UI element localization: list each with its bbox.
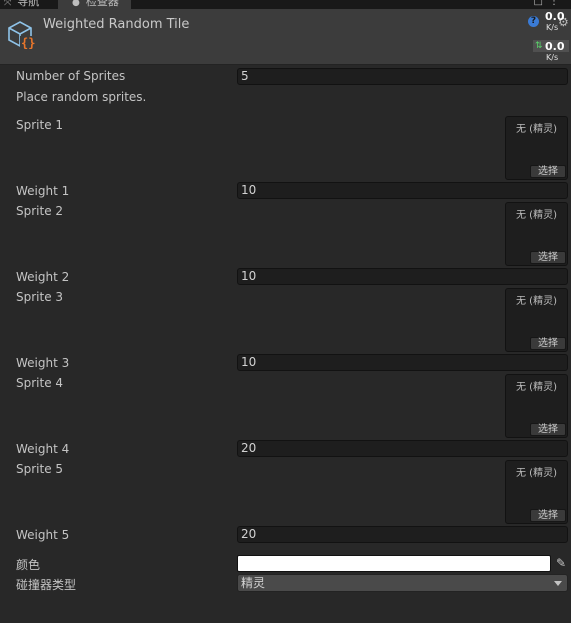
upload-speed: 0.0 — [545, 10, 565, 23]
window-buttons[interactable]: □⋮ — [534, 0, 565, 7]
number-of-sprites-field[interactable]: 5 — [237, 68, 568, 85]
navigation-icon: ⤧ — [4, 0, 12, 8]
color-label: 颜色 — [16, 558, 41, 572]
sprite-3-label: Sprite 3 — [16, 290, 64, 304]
sprite-2-select-button[interactable]: 选择 — [530, 251, 566, 264]
weight-5-field[interactable]: 20 — [237, 526, 568, 543]
sprite-3-none-text: 无 (精灵) — [516, 296, 557, 307]
sprite-1-label: Sprite 1 — [16, 118, 64, 132]
download-arrow-icon: ⇅ — [535, 41, 543, 51]
weight-4-field[interactable]: 20 — [237, 440, 568, 457]
sprite-4-field[interactable]: 无 (精灵) 选择 — [505, 374, 568, 438]
eyedropper-icon[interactable]: ✎ — [553, 555, 569, 572]
sprite-2-none-text: 无 (精灵) — [516, 210, 557, 221]
inspector-header: {} Weighted Random Tile ? ⚙ 0.0 K/s ⇅ 0.… — [0, 9, 571, 65]
sprite-5-field[interactable]: 无 (精灵) 选择 — [505, 460, 568, 524]
weight-5-label: Weight 5 — [16, 528, 70, 542]
description-text: Place random sprites. — [16, 90, 147, 104]
sprite-2-field[interactable]: 无 (精灵) 选择 — [505, 202, 568, 266]
tab-strip: ⤧ 导航 ● 检查器 □⋮ — [0, 0, 571, 9]
network-speed-overlay: 0.0 K/s ⇅ 0.0 K/s — [533, 10, 571, 64]
component-title: Weighted Random Tile — [43, 17, 190, 32]
info-icon: ● — [72, 0, 80, 8]
weight-1-field[interactable]: 10 — [237, 182, 568, 199]
download-speed: 0.0 — [545, 40, 565, 53]
more-icon[interactable]: ⋮ — [549, 0, 565, 7]
tab-inspector-label: 检查器 — [85, 0, 119, 8]
weight-3-field[interactable]: 10 — [237, 354, 568, 371]
sprite-1-none-text: 无 (精灵) — [516, 124, 557, 135]
tile-script-icon: {} — [8, 21, 35, 50]
sprite-4-label: Sprite 4 — [16, 376, 64, 390]
sprite-5-label: Sprite 5 — [16, 462, 64, 476]
chevron-down-icon — [554, 581, 562, 586]
weight-3-label: Weight 3 — [16, 356, 70, 370]
svg-text:{}: {} — [21, 36, 35, 50]
collider-type-value: 精灵 — [241, 576, 266, 590]
sprite-1-select-button[interactable]: 选择 — [530, 165, 566, 178]
color-swatch-field[interactable] — [237, 555, 551, 572]
maximize-icon[interactable]: □ — [534, 0, 549, 7]
download-speed-unit: K/s — [546, 53, 559, 62]
number-of-sprites-label: Number of Sprites — [16, 69, 126, 83]
weight-4-label: Weight 4 — [16, 442, 70, 456]
sprite-3-field[interactable]: 无 (精灵) 选择 — [505, 288, 568, 352]
sprite-2-label: Sprite 2 — [16, 204, 64, 218]
sprite-4-select-button[interactable]: 选择 — [530, 423, 566, 436]
tab-navigation-label: 导航 — [17, 0, 40, 8]
collider-type-label: 碰撞器类型 — [16, 578, 77, 592]
tab-inspector[interactable]: ● 检查器 — [58, 0, 131, 9]
tab-navigation[interactable]: ⤧ 导航 — [4, 0, 39, 9]
weight-2-field[interactable]: 10 — [237, 268, 568, 285]
sprite-1-field[interactable]: 无 (精灵) 选择 — [505, 116, 568, 180]
sprite-3-select-button[interactable]: 选择 — [530, 337, 566, 350]
weight-2-label: Weight 2 — [16, 270, 70, 284]
sprite-5-select-button[interactable]: 选择 — [530, 509, 566, 522]
weight-1-label: Weight 1 — [16, 184, 70, 198]
sprite-4-none-text: 无 (精灵) — [516, 382, 557, 393]
upload-speed-unit: K/s — [546, 23, 559, 32]
collider-type-dropdown[interactable]: 精灵 — [237, 574, 568, 592]
sprite-5-none-text: 无 (精灵) — [516, 468, 557, 479]
